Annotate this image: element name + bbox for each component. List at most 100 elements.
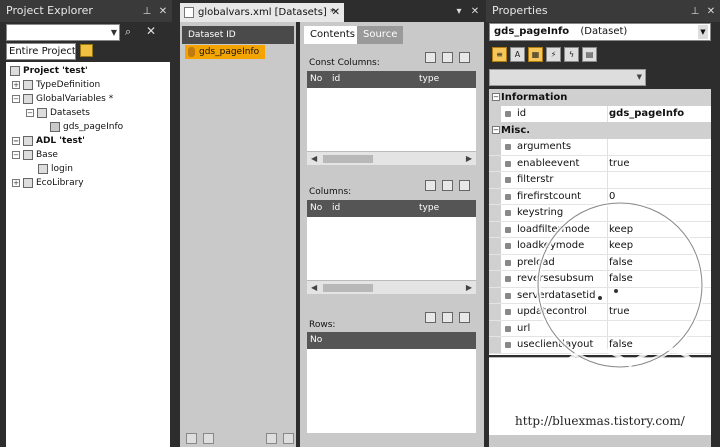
property-row-keystring[interactable]: keystring xyxy=(489,205,711,222)
chevron-down-icon[interactable]: ▼ xyxy=(111,25,117,40)
remove-dataset-icon[interactable] xyxy=(203,433,214,444)
columns-scrollbar[interactable]: ◀ ▶ xyxy=(307,280,476,294)
tree-node-base[interactable]: − Base xyxy=(12,148,58,162)
columns-grid-body[interactable] xyxy=(307,217,476,280)
insert-column-icon[interactable] xyxy=(442,180,453,191)
categorized-icon[interactable]: ≡ xyxy=(492,46,507,62)
scroll-right-icon[interactable]: ▶ xyxy=(466,152,472,166)
property-value[interactable]: gds_pageInfo xyxy=(607,106,711,122)
delete-row-icon[interactable] xyxy=(459,312,470,323)
property-row-filterstr[interactable]: filterstr xyxy=(489,172,711,189)
grid-icon[interactable] xyxy=(425,180,436,191)
property-row-updatecontrol[interactable]: updatecontrol true xyxy=(489,304,711,321)
pin-icon[interactable]: ⊥ xyxy=(690,6,700,17)
scroll-right-icon[interactable]: ▶ xyxy=(466,281,472,295)
expand-icon[interactable]: + xyxy=(12,81,20,89)
property-value[interactable]: 0 xyxy=(607,188,711,204)
delete-column-icon[interactable] xyxy=(459,52,470,63)
scroll-thumb[interactable] xyxy=(323,155,373,163)
chevron-down-icon[interactable]: ▼ xyxy=(637,70,642,85)
events-view-icon[interactable]: ⚡ xyxy=(546,46,561,62)
tree-node-typedefinition[interactable]: + TypeDefinition xyxy=(12,78,100,92)
tree-node-globalvariables[interactable]: − GlobalVariables * xyxy=(12,92,113,106)
property-value[interactable]: true xyxy=(607,155,711,171)
scroll-left-icon[interactable]: ◀ xyxy=(311,281,317,295)
grid-icon[interactable] xyxy=(425,52,436,63)
properties-view-icon[interactable]: ▦ xyxy=(528,46,543,62)
property-row-preload[interactable]: preload false xyxy=(489,254,711,271)
close-tab-icon[interactable]: ✕ xyxy=(332,3,340,22)
property-value[interactable]: true xyxy=(607,304,711,320)
const-columns-scrollbar[interactable]: ◀ ▶ xyxy=(307,151,476,165)
alphabetical-icon[interactable]: A xyxy=(510,46,525,62)
property-value[interactable] xyxy=(607,320,711,336)
property-value[interactable] xyxy=(607,139,711,155)
search-icon[interactable]: ⌕ xyxy=(125,25,131,39)
close-icon[interactable]: ✕ xyxy=(158,6,168,17)
insert-row-icon[interactable] xyxy=(442,312,453,323)
property-row-firefirstcount[interactable]: firefirstcount 0 xyxy=(489,188,711,205)
const-columns-grid-body[interactable] xyxy=(307,88,476,151)
tab-contents[interactable]: Contents xyxy=(304,26,361,44)
insert-column-icon[interactable] xyxy=(442,52,453,63)
property-row-serverdatasetid[interactable]: serverdatasetid xyxy=(489,287,711,304)
add-dataset-icon[interactable] xyxy=(186,433,197,444)
clear-search-icon[interactable]: ✕ xyxy=(146,24,156,38)
close-icon[interactable]: ✕ xyxy=(470,6,480,17)
chevron-down-icon[interactable]: ▼ xyxy=(698,25,708,39)
grid-icon[interactable] xyxy=(425,312,436,323)
collapse-icon[interactable]: − xyxy=(492,93,500,101)
object-selector[interactable]: gds_pageInfo (Dataset) ▼ xyxy=(489,23,711,41)
dropdown-icon[interactable]: ▾ xyxy=(454,6,464,17)
rows-grid-body[interactable] xyxy=(307,349,476,433)
property-value[interactable]: false xyxy=(607,254,711,270)
editor-tab-globalvars[interactable]: globalvars.xml [Datasets] * ✕ xyxy=(180,3,344,22)
expand-icon[interactable]: + xyxy=(12,179,20,187)
property-row-arguments[interactable]: arguments xyxy=(489,139,711,156)
property-row-url[interactable]: url xyxy=(489,320,711,337)
property-value[interactable] xyxy=(607,287,711,303)
tab-source[interactable]: Source xyxy=(357,26,404,44)
property-row-useclientlayout[interactable]: useclientlayout false xyxy=(489,337,711,354)
tree-node-datasets[interactable]: − Datasets xyxy=(26,106,90,120)
dataset-item[interactable]: gds_pageInfo xyxy=(185,45,265,59)
lightning-icon[interactable]: ϟ xyxy=(564,46,579,62)
collapse-icon[interactable]: − xyxy=(12,151,20,159)
property-name: enableevent xyxy=(517,157,580,169)
scope-select[interactable]: Entire Project xyxy=(6,43,76,60)
project-search-input[interactable]: ▼ xyxy=(6,24,120,41)
property-value[interactable]: false xyxy=(607,271,711,287)
property-row-loadfiltermode[interactable]: loadfiltermode keep xyxy=(489,221,711,238)
collapse-icon[interactable]: − xyxy=(12,95,20,103)
category-misc[interactable]: − Misc. xyxy=(489,122,711,139)
category-information[interactable]: − Information xyxy=(489,89,711,106)
property-value[interactable]: keep xyxy=(607,238,711,254)
pin-icon[interactable]: ⊥ xyxy=(142,6,152,17)
property-filter-select[interactable]: ▼ xyxy=(489,69,646,86)
delete-icon[interactable] xyxy=(283,433,294,444)
filter-icon[interactable] xyxy=(80,44,93,57)
property-pages-icon[interactable]: ▤ xyxy=(582,46,597,62)
collapse-icon[interactable]: − xyxy=(492,126,500,134)
property-row-id[interactable]: id gds_pageInfo xyxy=(489,106,711,123)
property-row-enableevent[interactable]: enableevent true xyxy=(489,155,711,172)
tree-node-ecolibrary[interactable]: + EcoLibrary xyxy=(12,176,84,190)
property-value[interactable] xyxy=(607,172,711,188)
close-icon[interactable]: ✕ xyxy=(706,6,716,17)
tree-node-project[interactable]: Project 'test' xyxy=(10,64,88,78)
scroll-thumb[interactable] xyxy=(323,284,373,292)
collapse-icon[interactable]: − xyxy=(12,137,20,145)
property-value[interactable]: keep xyxy=(607,221,711,237)
columns-toolbar xyxy=(425,180,470,191)
scroll-left-icon[interactable]: ◀ xyxy=(311,152,317,166)
property-value[interactable]: false xyxy=(607,337,711,353)
tree-node-adl[interactable]: − ADL 'test' xyxy=(12,134,85,148)
delete-column-icon[interactable] xyxy=(459,180,470,191)
property-row-reversesubsum[interactable]: reversesubsum false xyxy=(489,271,711,288)
tree-node-login[interactable]: login xyxy=(38,162,73,176)
grid-icon[interactable] xyxy=(266,433,277,444)
collapse-icon[interactable]: − xyxy=(26,109,34,117)
property-row-loadkeymode[interactable]: loadkeymode keep xyxy=(489,238,711,255)
property-value[interactable] xyxy=(607,205,711,221)
tree-node-gds-pageinfo[interactable]: gds_pageInfo xyxy=(50,120,123,134)
